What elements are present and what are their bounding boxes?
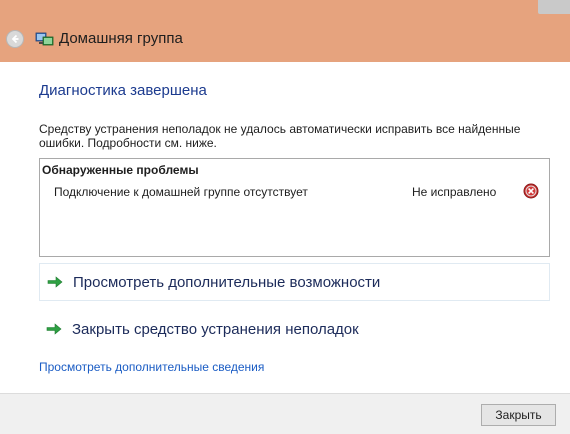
problem-name: Подключение к домашней группе отсутствуе… <box>54 185 308 199</box>
page-heading: Диагностика завершена <box>39 82 207 99</box>
homegroup-icon <box>35 32 54 46</box>
problem-status: Не исправлено <box>412 185 497 199</box>
close-button[interactable]: Закрыть <box>481 404 556 426</box>
back-arrow-icon <box>11 34 19 44</box>
problems-panel: Обнаруженные проблемы Подключение к дома… <box>39 158 550 257</box>
error-icon <box>523 183 539 199</box>
option-view-more-options[interactable]: Просмотреть дополнительные возможности <box>39 263 550 301</box>
window-close-button[interactable] <box>538 0 570 14</box>
option-label: Просмотреть дополнительные возможности <box>73 273 381 291</box>
back-button[interactable] <box>6 30 24 48</box>
title-bar: Домашняя группа <box>0 0 570 62</box>
problems-header: Обнаруженные проблемы <box>42 163 199 177</box>
troubleshooter-window: Домашняя группа Диагностика завершена Ср… <box>0 0 570 434</box>
option-label: Закрыть средство устранения неполадок <box>72 320 359 338</box>
window-title: Домашняя группа <box>59 30 183 47</box>
more-info-link[interactable]: Просмотреть дополнительные сведения <box>39 360 264 374</box>
page-description: Средству устранения неполадок не удалось… <box>39 122 521 150</box>
green-arrow-icon <box>47 276 63 288</box>
option-close-troubleshooter[interactable]: Закрыть средство устранения неполадок <box>39 310 550 348</box>
green-arrow-icon <box>46 323 62 335</box>
footer-bar: Закрыть <box>0 393 570 434</box>
